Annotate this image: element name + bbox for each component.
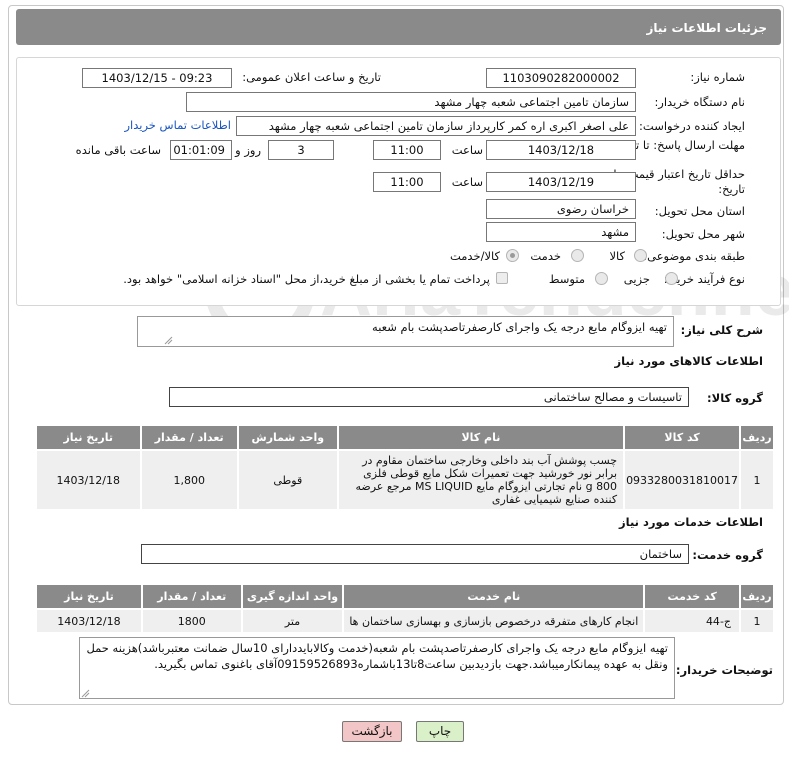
price-time-label: ساعت (451, 175, 483, 189)
cell-name: چسب پوشش آب بند داخلی وخارجی ساختمان مقا… (336, 449, 626, 511)
price-date-field: 1403/12/19 (486, 172, 636, 192)
category-service-label: خدمت (530, 249, 561, 263)
requester-field: علی اصغر اکبری اره کمر کارپرداز سازمان ت… (236, 116, 636, 136)
requester-label: ایجاد کننده درخواست: (639, 119, 745, 133)
province-field: خراسان رضوی (486, 199, 636, 219)
goods-section-title: اطلاعات کالاهای مورد نیاز (614, 354, 763, 368)
cell-name: انجام کارهای متفرقه درخصوص بازسازی و بهس… (342, 608, 646, 634)
reply-time-label: ساعت (451, 143, 483, 157)
col-unit: واحد شمارش (236, 424, 339, 451)
category-goods-service-label: کالا/خدمت (449, 249, 500, 263)
cell-code: 0933280031810017 (623, 449, 742, 511)
page-title: جزئیات اطلاعات نیاز (16, 9, 781, 45)
cell-unit: قوطی (236, 449, 339, 511)
cell-qty: 1,800 (139, 449, 239, 511)
process-minor-radio[interactable] (665, 272, 678, 285)
services-section-title: اطلاعات خدمات مورد نیاز (619, 515, 763, 529)
announce-label: تاریخ و ساعت اعلان عمومی: (242, 70, 381, 84)
category-goods-label: کالا (609, 249, 625, 263)
resize-grip-icon[interactable] (164, 336, 173, 345)
buyer-notes-text: تهیه ایزوگام مایع درجه یک واجرای کارصفرت… (86, 641, 668, 671)
cell-row: 1 (739, 608, 775, 634)
days-label: روز و (235, 143, 261, 157)
col-date: تاریخ نیاز (35, 424, 142, 451)
treasury-bond-checkbox[interactable] (496, 272, 508, 284)
category-service-radio[interactable] (571, 249, 584, 262)
cell-unit: متر (240, 608, 345, 634)
buyer-notes-field: تهیه ایزوگام مایع درجه یک واجرای کارصفرت… (79, 637, 675, 699)
category-goods-radio[interactable] (634, 249, 647, 262)
reply-time-field: 11:00 (373, 140, 441, 160)
print-button[interactable]: چاپ (416, 721, 464, 742)
col-code: کد خدمت (643, 583, 742, 610)
process-minor-label: جزیی (623, 272, 650, 286)
cell-row: 1 (739, 449, 775, 511)
col-name: نام خدمت (342, 583, 646, 610)
province-label: استان محل تحویل: (654, 204, 745, 218)
table-row: 1 0933280031810017 چسب پوشش آب بند داخلی… (35, 449, 775, 511)
goods-group-label: گروه کالا: (707, 391, 763, 405)
cell-date: 1403/12/18 (35, 608, 143, 634)
cell-qty: 1800 (140, 608, 243, 634)
summary-label: شرح کلی نیاز: (680, 323, 763, 337)
col-qty: تعداد / مقدار (140, 583, 243, 610)
col-date: تاریخ نیاز (35, 583, 143, 610)
col-name: نام کالا (336, 424, 626, 451)
contact-buyer-link[interactable]: اطلاعات تماس خریدار (124, 118, 231, 132)
category-label: طبقه بندی موضوعی: (643, 249, 745, 263)
resize-grip-icon[interactable] (81, 689, 90, 698)
city-label: شهر محل تحویل: (661, 227, 745, 241)
need-number-field: 1103090282000002 (486, 68, 636, 88)
goods-group-field: تاسیسات و مصالح ساختمانی (169, 387, 689, 407)
days-field: 3 (268, 140, 334, 160)
category-goods-service-radio[interactable] (506, 249, 519, 262)
col-row: ردیف (739, 583, 775, 610)
announce-field: 1403/12/15 - 09:23 (82, 68, 232, 88)
col-row: ردیف (739, 424, 775, 451)
buyer-org-field: سازمان تامین اجتماعی شعبه چهار مشهد (186, 92, 636, 112)
remaining-time-label: ساعت باقی مانده (75, 143, 161, 157)
city-field: مشهد (486, 222, 636, 242)
summary-field: تهیه ایزوگام مایع درجه یک واجرای کارصفرت… (137, 316, 674, 347)
process-medium-label: متوسط (548, 272, 585, 286)
col-qty: تعداد / مقدار (139, 424, 239, 451)
cell-code: ج-44 (643, 608, 742, 634)
remaining-time-field: 01:01:09 (170, 140, 232, 160)
payment-note: پرداخت تمام یا بخشی از مبلغ خرید،از محل … (123, 272, 490, 286)
summary-text: تهیه ایزوگام مایع درجه یک واجرای کارصفرت… (372, 320, 667, 334)
process-medium-radio[interactable] (595, 272, 608, 285)
services-group-field: ساختمان (141, 544, 689, 564)
reply-date-field: 1403/12/18 (486, 140, 636, 160)
buyer-org-label: نام دستگاه خریدار: (654, 95, 745, 109)
price-time-field: 11:00 (373, 172, 441, 192)
back-button[interactable]: بازگشت (342, 721, 402, 742)
goods-table: ردیف کد کالا نام کالا واحد شمارش تعداد /… (35, 424, 775, 511)
cell-date: 1403/12/18 (35, 449, 142, 511)
buyer-notes-label: توضیحات خریدار: (675, 663, 773, 677)
services-group-label: گروه خدمت: (692, 548, 763, 562)
need-number-label: شماره نیاز: (690, 70, 745, 84)
col-code: کد کالا (623, 424, 742, 451)
col-unit: واحد اندازه گیری (240, 583, 345, 610)
services-table: ردیف کد خدمت نام خدمت واحد اندازه گیری ت… (35, 583, 775, 634)
table-row: 1 ج-44 انجام کارهای متفرقه درخصوص بازساز… (35, 608, 775, 634)
